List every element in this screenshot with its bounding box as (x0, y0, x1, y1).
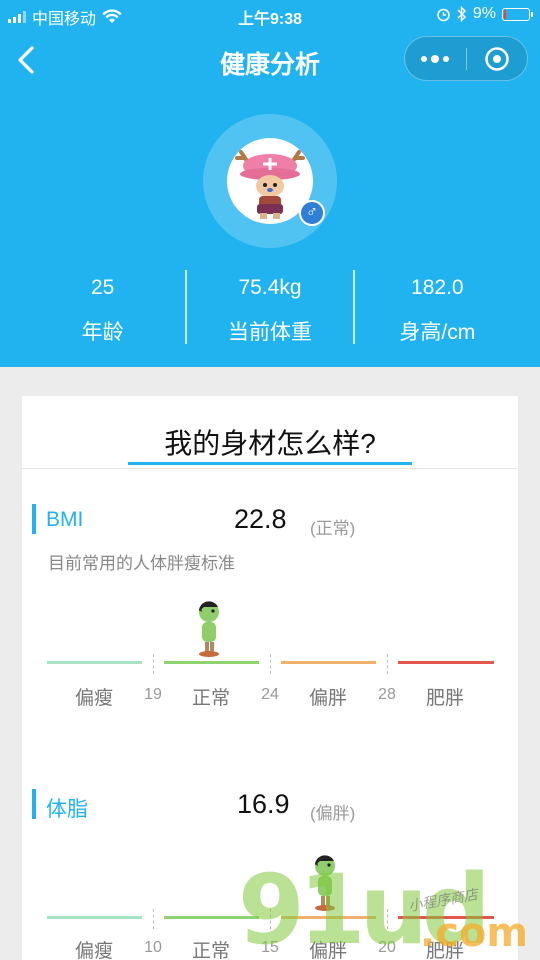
scale-category-label: 偏瘦 (74, 688, 113, 709)
stat-height: 182.0 身高/cm (355, 268, 520, 344)
status-bar: 中国移动 上午9:38 9% (0, 0, 540, 30)
scale-threshold: 20 (378, 939, 396, 956)
bmi-label: BMI (46, 508, 84, 531)
scale-tick (153, 909, 154, 929)
scale-category-label: 偏胖 (308, 688, 347, 709)
stat-label: 当前体重 (227, 321, 312, 344)
scale-tick (387, 654, 388, 674)
scale-segment-overweight (281, 661, 376, 664)
close-mini-program-button[interactable] (467, 37, 528, 80)
more-dots-icon (421, 54, 450, 63)
scale-segment-obese (398, 916, 494, 919)
scale-segment-obese (398, 661, 494, 664)
stat-value: 182.0 (411, 276, 464, 299)
scale-threshold: 28 (378, 686, 396, 703)
scale-category-label: 肥胖 (425, 688, 464, 709)
title-underline (128, 462, 412, 465)
gender-badge: ♂ (299, 200, 325, 226)
scale-tick (387, 909, 388, 929)
scale-category-label: 肥胖 (425, 941, 464, 960)
alarm-icon (437, 8, 450, 21)
body-fat-indicator-figure-icon (315, 855, 335, 911)
scale-segment-normal (164, 661, 259, 664)
scale-tick (270, 654, 271, 674)
scale-segment-thin (47, 916, 142, 919)
body-fat-value: 16.9 (237, 789, 290, 819)
stat-weight: 75.4kg 当前体重 (187, 268, 352, 344)
nav-bar: 健康分析 (0, 30, 540, 90)
bmi-status: (正常) (310, 519, 356, 538)
scale-threshold: 15 (261, 939, 279, 956)
profile-header: ♂ 25 年龄 75.4kg 当前体重 182.0 身高/cm (0, 90, 540, 367)
more-button[interactable] (405, 37, 466, 80)
scale-threshold: 19 (144, 686, 162, 703)
card-divider (22, 468, 518, 469)
stat-age: 25 年龄 (20, 268, 185, 344)
battery-icon (502, 7, 533, 21)
stat-label: 身高/cm (399, 321, 476, 344)
avatar-ring: ♂ (203, 114, 337, 248)
bmi-indicator-figure-icon (199, 601, 219, 657)
body-analysis-card: 我的身材怎么样? BMI 22.8 (正常) 目前常用的人体胖瘦标准 偏瘦 19… (22, 396, 518, 960)
scale-tick (153, 654, 154, 674)
target-close-icon (485, 46, 509, 71)
bluetooth-icon (457, 6, 466, 22)
scale-segment-thin (47, 661, 142, 664)
scale-category-label: 偏胖 (308, 941, 347, 960)
profile-stats: 25 年龄 75.4kg 当前体重 182.0 身高/cm (20, 268, 520, 344)
scale-category-label: 正常 (191, 688, 230, 709)
stat-value: 75.4kg (238, 276, 302, 299)
card-title: 我的身材怎么样? (164, 428, 376, 459)
stat-value: 25 (90, 276, 115, 299)
scale-category-label: 偏瘦 (74, 941, 113, 960)
mini-program-capsule (404, 36, 528, 81)
battery-percent: 9% (472, 5, 496, 22)
scale-tick (270, 909, 271, 929)
body-fat-status: (偏胖) (310, 804, 356, 823)
scale-category-label: 正常 (191, 941, 230, 960)
body-fat-label: 体脂 (46, 798, 88, 821)
body-fat-section-marker (32, 789, 36, 819)
battery-level (504, 9, 506, 19)
scale-threshold: 10 (144, 939, 162, 956)
status-right: 9% (436, 5, 533, 23)
scale-segment-normal (164, 916, 259, 919)
scale-threshold: 24 (261, 686, 279, 703)
bmi-description: 目前常用的人体胖瘦标准 (48, 554, 235, 573)
bmi-value: 22.8 (234, 504, 287, 534)
stat-label: 年龄 (81, 321, 124, 344)
scale-segment-overweight (281, 916, 376, 919)
bmi-section-marker (32, 504, 36, 534)
